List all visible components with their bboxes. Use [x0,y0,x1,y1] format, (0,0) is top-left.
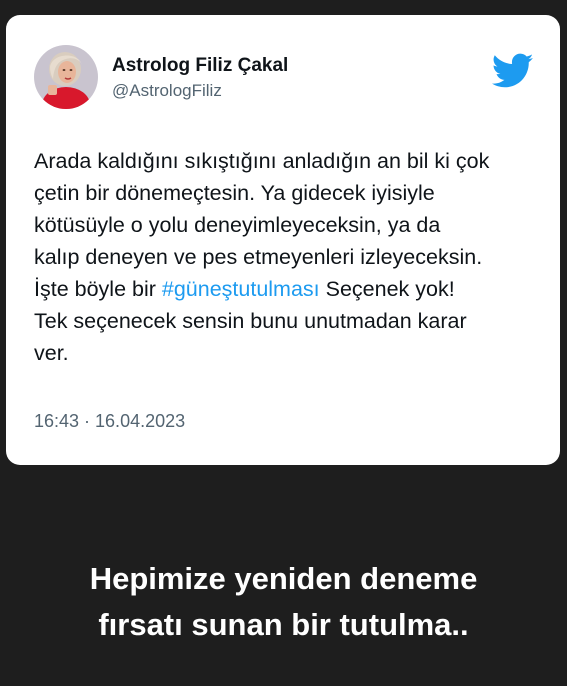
tweet-text-segment: Seçenek yok! [319,277,455,301]
hashtag-link[interactable]: #güneştutulması [162,277,320,301]
tweet-text: Arada kaldığını sıkıştığını anladığın an… [34,145,544,369]
tweet-text-line: Tek seçenecek sensin bunu unutmadan kara… [34,309,467,333]
caption-line: fırsatı sunan bir tutulma.. [98,607,469,642]
avatar-photo [34,45,98,109]
tweet-text-line: ver. [34,341,69,365]
tweet-text-line: çetin bir dönemeçtesin. Ya gidecek iyisi… [34,181,435,205]
tweet-card: Astrolog Filiz Çakal @AstrologFiliz Arad… [6,15,560,465]
caption-line: Hepimize yeniden deneme [89,561,478,596]
tweet-text-line: kalıp deneyen ve pes etmeyenleri izleyec… [34,245,483,269]
tweet-text-line: kötüsüyle o yolu deneyimleyeceksin, ya d… [34,213,441,237]
tweet-text-segment: İşte böyle bir [34,277,162,301]
twitter-bird-icon [491,53,534,89]
story-caption: Hepimize yeniden deneme fırsatı sunan bi… [0,556,567,648]
avatar[interactable] [34,45,98,109]
author-handle[interactable]: @AstrologFiliz [112,81,222,101]
tweet-text-line: İşte böyle bir #güneştutulması Seçenek y… [34,273,544,305]
author-name[interactable]: Astrolog Filiz Çakal [112,55,288,77]
tweet-timestamp[interactable]: 16:43 · 16.04.2023 [34,411,185,432]
tweet-text-line: Arada kaldığını sıkıştığını anladığın an… [34,149,490,173]
